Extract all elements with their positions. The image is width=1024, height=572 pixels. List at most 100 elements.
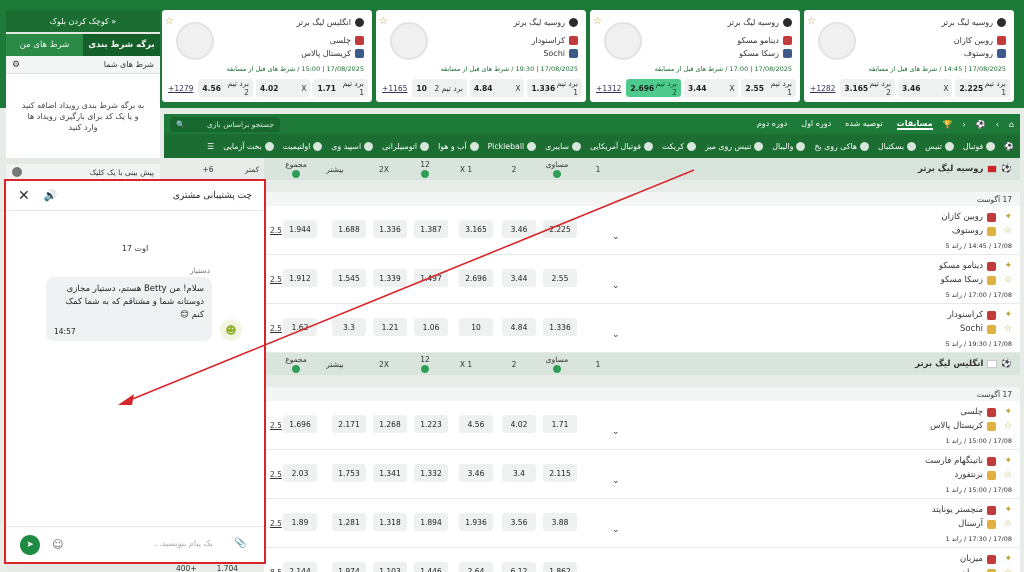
- total-value[interactable]: 2.5: [270, 226, 282, 235]
- odd-x[interactable]: X 3.44: [683, 79, 739, 97]
- odds-cell[interactable]: 1.936: [459, 513, 493, 531]
- odds-cell[interactable]: 2.171: [332, 415, 366, 433]
- search-input[interactable]: جستجو براساس بازی 🔍: [170, 116, 280, 132]
- total-value[interactable]: 2.5: [270, 324, 282, 333]
- odds-cell[interactable]: 2.03: [283, 464, 317, 482]
- odds-cell[interactable]: 1.332: [414, 464, 448, 482]
- odds-cell[interactable]: 1.336: [373, 220, 407, 238]
- tab-my-bets[interactable]: شرط های من: [6, 34, 83, 56]
- odds-cell[interactable]: 1.318: [373, 513, 407, 531]
- odd-w2[interactable]: برد تیم 2 3.165: [840, 79, 895, 97]
- odds-cell[interactable]: 2.696: [459, 269, 493, 287]
- match-row[interactable]: ✦ منچستر یونایتد آرسنال ☆ 17/08 / 17:30 …: [264, 499, 1020, 548]
- odds-cell[interactable]: 1.944: [283, 220, 317, 238]
- chevron-down-icon[interactable]: ⌄: [612, 232, 620, 242]
- odds-cell[interactable]: 3.44: [502, 269, 536, 287]
- send-button[interactable]: ➤: [20, 535, 40, 555]
- chevron-right-icon[interactable]: ›: [996, 120, 999, 129]
- odds-cell[interactable]: 1.387: [414, 220, 448, 238]
- more-markets-link[interactable]: 1165+: [380, 79, 409, 97]
- odds-cell[interactable]: 2.64: [459, 562, 493, 572]
- favorite-star-icon[interactable]: ☆: [1004, 568, 1012, 572]
- nav-tab-2[interactable]: دوره اول: [801, 119, 831, 130]
- chevron-left-icon[interactable]: ‹: [963, 120, 966, 129]
- favorite-pin-icon[interactable]: ✦: [1004, 310, 1012, 320]
- favorite-star-icon[interactable]: ☆: [1004, 519, 1012, 529]
- total-value[interactable]: 2.5: [270, 470, 282, 479]
- odds-cell[interactable]: 1.974: [332, 562, 366, 572]
- odds-cell[interactable]: 3.165: [459, 220, 493, 238]
- gear-icon[interactable]: ⚙: [12, 60, 20, 70]
- favorite-star-icon[interactable]: ☆: [1004, 275, 1012, 285]
- odds-cell[interactable]: 1.341: [373, 464, 407, 482]
- sport-item[interactable]: بسکتبال: [878, 141, 917, 151]
- odds-cell[interactable]: 3.88: [543, 513, 577, 531]
- sport-item[interactable]: Pickleball: [488, 141, 537, 151]
- odds-cell[interactable]: 1.912: [283, 269, 317, 287]
- odds-cell[interactable]: 1.339: [373, 269, 407, 287]
- more-markets-link[interactable]: 1279+: [166, 79, 195, 97]
- match-row[interactable]: ✦ ناتینگهام فارست برنتفورد ☆ 17/08 / 15:…: [264, 450, 1020, 499]
- favorite-star-icon[interactable]: ☆: [807, 16, 816, 27]
- odds-cell[interactable]: 1.06: [414, 318, 448, 336]
- menu-icon[interactable]: ☰: [207, 142, 214, 151]
- odd-w2[interactable]: برد تیم 2 4.56: [198, 79, 253, 97]
- sport-item[interactable]: تنیس: [925, 141, 954, 151]
- odds-cell[interactable]: 1.688: [332, 220, 366, 238]
- odds-cell[interactable]: 2.55: [543, 269, 577, 287]
- match-row[interactable]: ✦ دینامو مسکو زسکا مسکو ☆ 17/08 / 17:00 …: [264, 255, 1020, 304]
- sound-icon[interactable]: 🔊: [44, 189, 58, 202]
- nav-tab-0[interactable]: مسابقات: [896, 119, 933, 130]
- total-value[interactable]: 2.5: [270, 275, 282, 284]
- compact-block-button[interactable]: کوچک کردن بلوک »: [6, 10, 160, 32]
- odds-cell[interactable]: 1.894: [414, 513, 448, 531]
- sport-item[interactable]: فوتبال آمریکایی: [590, 141, 653, 151]
- odd-w2[interactable]: برد تیم 2 10: [412, 79, 467, 97]
- total-value[interactable]: 8.5: [270, 568, 282, 572]
- chevron-down-icon[interactable]: ⌄: [612, 330, 620, 340]
- sport-item[interactable]: فوتبال: [963, 141, 996, 151]
- more-markets-link[interactable]: 1312+: [594, 79, 623, 97]
- odd-w1[interactable]: برد تیم 1 1.71: [313, 79, 368, 97]
- league-header[interactable]: ⚽ روسیه لیگ برتر 1 مساوی 2 1 X 12 2X بیشتر مجموع ک…: [202, 158, 1020, 180]
- favorite-star-icon[interactable]: ☆: [1004, 324, 1012, 334]
- odds-cell[interactable]: 3.56: [502, 513, 536, 531]
- match-card[interactable]: ☆ روسیه لیگ برتر روبین کازان روستوف 17/0…: [804, 10, 1014, 102]
- chevron-down-icon[interactable]: ⌄: [612, 427, 620, 437]
- nav-tab-3[interactable]: دوره دوم: [757, 119, 787, 130]
- favorite-pin-icon[interactable]: ✦: [1004, 456, 1012, 466]
- odd-w1[interactable]: برد تیم 1 2.225: [955, 79, 1010, 97]
- league-header[interactable]: ⚽ انگلیس لیگ برتر 1 مساوی 2 1 X 12 2X بیشتر مجموع: [264, 353, 1020, 375]
- sport-item[interactable]: اتومبیلرانی: [382, 141, 430, 151]
- odds-cell[interactable]: 3.46: [502, 220, 536, 238]
- favorite-star-icon[interactable]: ☆: [1004, 470, 1012, 480]
- odds-cell[interactable]: 1.862: [543, 562, 577, 572]
- sport-item[interactable]: آب و هوا: [438, 141, 479, 151]
- favorite-pin-icon[interactable]: ✦: [1004, 261, 1012, 271]
- match-row[interactable]: ✦ روبین کازان روستوف ☆ 17/08 / 14:45 / ر…: [264, 206, 1020, 255]
- sport-item[interactable]: کریکت: [662, 141, 697, 151]
- odds-cell[interactable]: 2.115: [543, 464, 577, 482]
- odds-cell[interactable]: 4.84: [502, 318, 536, 336]
- sport-item[interactable]: هاکی روی یخ: [814, 141, 869, 151]
- favorite-star-icon[interactable]: ☆: [593, 16, 602, 27]
- odds-cell[interactable]: 1.545: [332, 269, 366, 287]
- odds-cell[interactable]: 1.696: [283, 415, 317, 433]
- match-card[interactable]: ☆ انگلیس لیگ برتر چلسی کریستال پالاس 17/…: [162, 10, 372, 102]
- match-row[interactable]: ✦ چلسی کریستال پالاس ☆ 17/08 / 15:00 / ر…: [264, 401, 1020, 450]
- chevron-down-icon[interactable]: ⌄: [612, 476, 620, 486]
- match-row[interactable]: ✦ میزبان مهمان ☆ ⌄ 1.8626.122.641.4461.1…: [264, 548, 1020, 572]
- soccer-ball-icon[interactable]: ⚽: [1004, 142, 1014, 151]
- favorite-pin-icon[interactable]: ✦: [1004, 212, 1012, 222]
- odd-x[interactable]: X 4.84: [469, 79, 525, 97]
- odds-cell[interactable]: 1.103: [373, 562, 407, 572]
- favorite-star-icon[interactable]: ☆: [165, 16, 174, 27]
- one-click-row[interactable]: پیش بینی با یک کلیک: [6, 164, 160, 180]
- close-icon[interactable]: ✕: [18, 188, 30, 204]
- odds-cell[interactable]: 3.4: [502, 464, 536, 482]
- odds-cell[interactable]: 1.71: [543, 415, 577, 433]
- odd-x[interactable]: X 3.46: [897, 79, 953, 97]
- odds-cell[interactable]: 4.56: [459, 415, 493, 433]
- sport-item[interactable]: تنیس روی میز: [705, 141, 764, 151]
- odds-cell[interactable]: 1.497: [414, 269, 448, 287]
